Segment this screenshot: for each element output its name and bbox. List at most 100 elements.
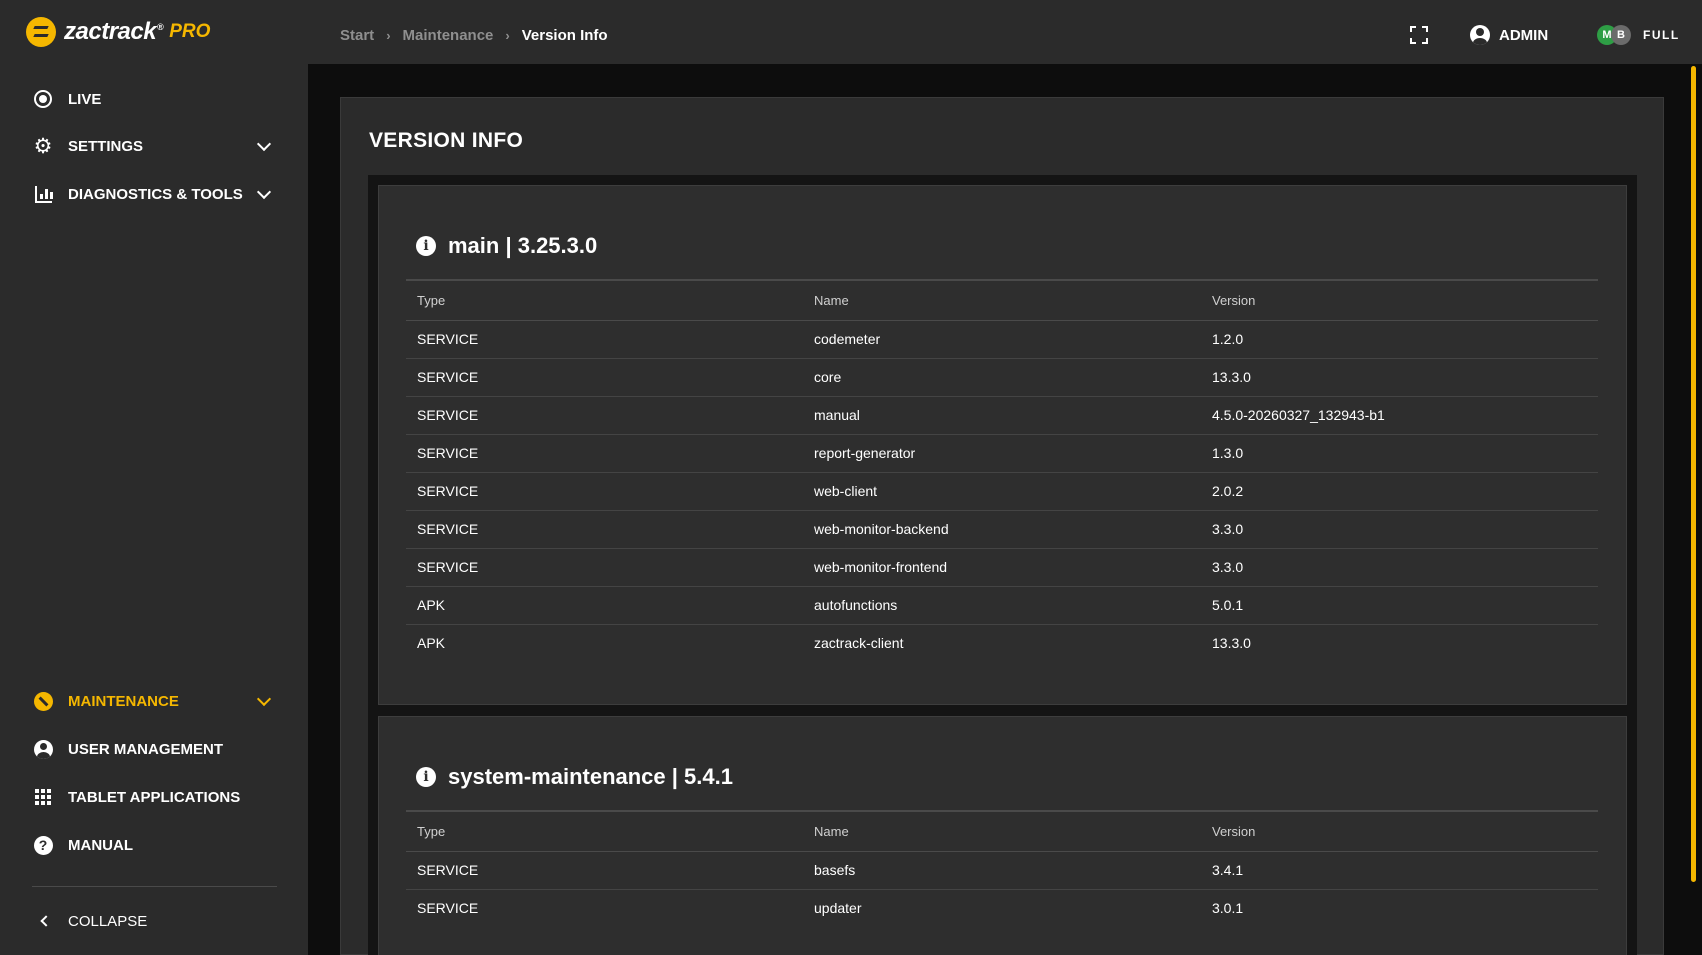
cell-version: 1.3.0 — [1201, 434, 1598, 473]
account-icon — [32, 738, 54, 760]
section-title: system-maintenance | 5.4.1 — [448, 764, 733, 789]
table-row: SERVICE web-monitor-frontend 3.3.0 — [406, 548, 1598, 587]
table-row: SERVICE web-monitor-backend 3.3.0 — [406, 510, 1598, 549]
cell-version: 13.3.0 — [1212, 635, 1251, 652]
breadcrumb-maintenance[interactable]: Maintenance — [403, 27, 494, 44]
cell-name: manual — [803, 396, 1201, 435]
cell-type: SERVICE — [406, 358, 803, 397]
chevron-down-icon — [256, 184, 272, 199]
breadcrumb-start[interactable]: Start — [340, 27, 374, 44]
cell-type: SERVICE — [417, 900, 479, 917]
brand-name: zactrack — [64, 18, 157, 45]
cell-version: 3.3.0 — [1201, 510, 1598, 549]
cell-type: APK — [406, 586, 803, 625]
cell-name: web-client — [803, 472, 1201, 511]
help-icon: ? — [32, 834, 54, 856]
cell-name: updater — [814, 900, 862, 917]
collapse-label: COLLAPSE — [68, 912, 148, 930]
cell-type: SERVICE — [406, 320, 803, 359]
zactrack-logo-icon — [26, 17, 56, 47]
sidebar-item-manual[interactable]: ? MANUAL — [32, 832, 277, 858]
sidebar-item-live[interactable]: LIVE — [32, 86, 277, 112]
cell-name: basefs — [803, 851, 1201, 890]
sidebar-item-label: TABLET APPLICATIONS — [68, 788, 241, 806]
chevron-down-icon — [256, 691, 272, 706]
cell-version: 1.2.0 — [1201, 320, 1598, 359]
fullscreen-icon[interactable] — [1410, 26, 1428, 44]
sidebar-item-settings[interactable]: ⚙ SETTINGS — [32, 133, 277, 159]
chevron-down-icon — [256, 136, 272, 151]
apps-grid-icon — [32, 786, 54, 808]
zactrack-logo[interactable]: zactrack® PRO — [26, 17, 210, 47]
sidebar-item-user-management[interactable]: USER MANAGEMENT — [32, 736, 277, 762]
chevron-right-icon: › — [505, 28, 510, 43]
column-header-version: Version — [1201, 810, 1598, 852]
cell-name: autofunctions — [803, 586, 1201, 625]
column-header-type: Type — [406, 810, 803, 852]
table-row: APK zactrack-client 13.3.0 — [406, 624, 1598, 662]
cell-type: SERVICE — [406, 548, 803, 587]
table-row: APK autofunctions 5.0.1 — [406, 586, 1598, 625]
sidebar-divider — [32, 886, 277, 887]
top-bar: zactrack® PRO Start › Maintenance › Vers… — [0, 0, 1702, 64]
cell-type: SERVICE — [406, 396, 803, 435]
cell-type: SERVICE — [406, 851, 803, 890]
table-row: SERVICE manual 4.5.0-20260327_132943-b1 — [406, 396, 1598, 435]
info-icon: i — [416, 236, 436, 256]
main-scrollbar[interactable] — [1691, 66, 1696, 882]
cell-version: 4.5.0-20260327_132943-b1 — [1201, 396, 1598, 435]
cell-version: 13.3.0 — [1201, 358, 1598, 397]
license-status[interactable]: M B FULL — [1597, 24, 1680, 46]
version-sections-panel: i main | 3.25.3.0 Type Name Version SERV… — [368, 175, 1637, 955]
logo-text: zactrack® — [64, 18, 164, 46]
cell-type: SERVICE — [406, 510, 803, 549]
account-circle-icon — [1470, 25, 1490, 45]
sidebar-item-label: SETTINGS — [68, 137, 144, 155]
sidebar-item-label: LIVE — [68, 90, 102, 108]
cell-name: report-generator — [803, 434, 1201, 473]
sidebar: LIVE ⚙ SETTINGS DIAGNOSTICS & TOOLS MAIN… — [0, 64, 308, 955]
logo-edition: PRO — [169, 21, 211, 42]
chevron-right-icon: › — [386, 28, 391, 43]
status-badge-b: B — [1611, 25, 1631, 45]
registered-mark: ® — [157, 22, 164, 32]
user-menu-button[interactable]: ADMIN — [1470, 24, 1548, 46]
sidebar-item-label: MANUAL — [68, 836, 133, 854]
breadcrumb: Start › Maintenance › Version Info — [340, 0, 608, 71]
version-section-main: i main | 3.25.3.0 Type Name Version SERV… — [378, 185, 1627, 705]
cell-version: 3.4.1 — [1201, 851, 1598, 890]
sidebar-item-maintenance[interactable]: MAINTENANCE — [32, 688, 277, 714]
cell-version: 5.0.1 — [1201, 586, 1598, 625]
cell-version: 2.0.2 — [1201, 472, 1598, 511]
column-header-name: Name — [803, 279, 1201, 321]
cell-version: 3.0.1 — [1212, 900, 1244, 917]
table-header-row: Type Name Version — [406, 810, 1598, 852]
sidebar-item-diagnostics-tools[interactable]: DIAGNOSTICS & TOOLS — [32, 181, 277, 207]
chevron-left-icon — [32, 910, 54, 932]
chart-icon — [32, 183, 54, 205]
version-table: Type Name Version SERVICE codemeter 1.2.0 … — [406, 279, 1598, 662]
sidebar-collapse-button[interactable]: COLLAPSE — [32, 908, 277, 934]
sidebar-item-tablet-applications[interactable]: TABLET APPLICATIONS — [32, 784, 277, 810]
column-header-type: Type — [406, 279, 803, 321]
gear-icon: ⚙ — [33, 134, 53, 158]
version-info-card: VERSION INFO i main | 3.25.3.0 Type Name… — [340, 97, 1664, 955]
page-title: VERSION INFO — [369, 129, 524, 152]
table-row: SERVICE basefs 3.4.1 — [406, 851, 1598, 890]
cell-name: web-monitor-frontend — [803, 548, 1201, 587]
section-header: i system-maintenance | 5.4.1 — [416, 762, 733, 792]
cell-name: zactrack-client — [814, 635, 904, 652]
version-table: Type Name Version SERVICE basefs 3.4.1 SER… — [406, 810, 1598, 927]
user-role-label: ADMIN — [1499, 26, 1549, 44]
wrench-icon — [32, 690, 54, 712]
section-header: i main | 3.25.3.0 — [416, 231, 597, 261]
table-row: SERVICE codemeter 1.2.0 — [406, 320, 1598, 359]
info-icon: i — [416, 767, 436, 787]
cell-type: SERVICE — [406, 434, 803, 473]
status-label: FULL — [1643, 28, 1680, 42]
live-icon — [32, 88, 54, 110]
table-row: SERVICE updater 3.0.1 — [406, 889, 1598, 927]
version-section-system-maintenance: i system-maintenance | 5.4.1 Type Name V… — [378, 716, 1627, 955]
sidebar-item-label: DIAGNOSTICS & TOOLS — [68, 185, 243, 203]
cell-name: codemeter — [803, 320, 1201, 359]
